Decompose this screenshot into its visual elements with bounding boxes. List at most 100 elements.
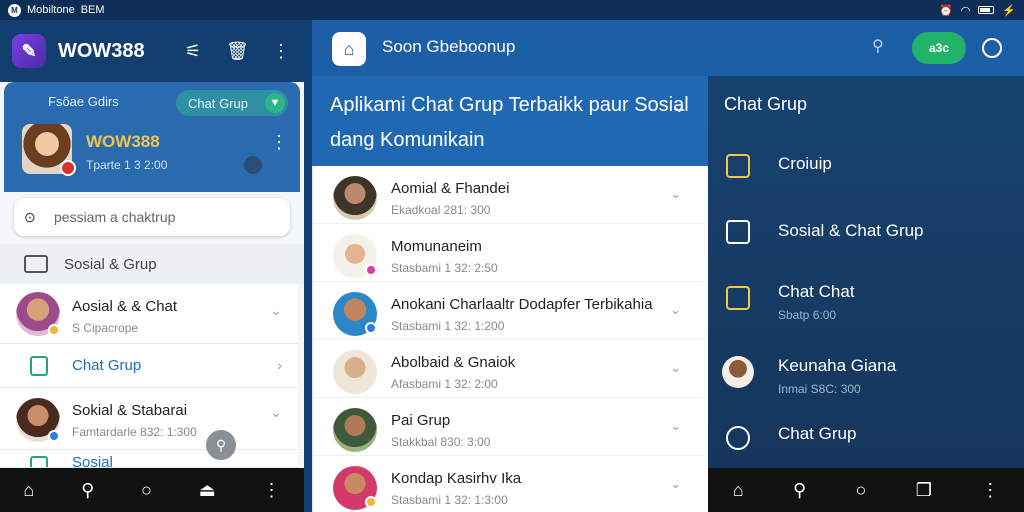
search-input[interactable]: ⊙ pessiam a chaktrup xyxy=(14,198,290,236)
delete-icon[interactable]: 🗑 xyxy=(226,41,249,62)
list-item-subtitle: Stasbami 1 32: 1:200 xyxy=(391,319,505,333)
app-root: M Mobiltone BEM ⏰ ◠ ⚡ ✎ WOW388 ⚟ 🗑 ⋮ Fsõ… xyxy=(0,0,1024,512)
menu-item-subtitle: Sbatp 6:00 xyxy=(778,308,837,322)
bottom-nav-right: ⌂ ⚲ ○ ❐ ⋮ xyxy=(708,468,1024,512)
chevron-down-icon[interactable]: ⌄ xyxy=(673,90,686,125)
list-item[interactable]: Kondap Kasirhv Ika Stasbami 1 32: 1:3:00… xyxy=(313,456,703,512)
list-item-title: Sokial & Stabarai xyxy=(72,402,188,419)
list-item-subtitle: Famtardarle 832: 1:300 xyxy=(72,425,197,439)
home-icon[interactable]: ⌂ xyxy=(23,480,34,501)
status-badge xyxy=(365,496,377,508)
chevron-down-icon[interactable]: ▼ xyxy=(265,93,285,113)
list-item[interactable]: Momunaneim Stasbami 1 32: 2:50 xyxy=(313,224,703,282)
more-vert-icon[interactable]: ⋮ xyxy=(270,41,292,62)
chevron-down-icon[interactable]: ⌄ xyxy=(670,302,681,318)
list-item-subtitle: Stakkbal 830: 3:00 xyxy=(391,435,491,449)
contacts-button-label: a3c xyxy=(928,41,950,55)
section-sosial-grup[interactable]: Sosial & Grup xyxy=(0,244,304,284)
search-placeholder: pessiam a chaktrup xyxy=(54,209,176,225)
chevron-down-icon[interactable]: ⌄ xyxy=(670,360,681,376)
blob-icon xyxy=(244,156,262,174)
menu-item[interactable]: Croiuip xyxy=(708,136,1024,196)
app-logo-icon[interactable]: ✎ xyxy=(12,34,46,68)
profile-subtitle: Tparte 1 3 2:00 xyxy=(86,158,168,172)
status-badge xyxy=(365,322,377,334)
menu-item-label: Chat Grup xyxy=(778,424,857,443)
contacts-button[interactable]: a3c xyxy=(912,32,966,64)
list-item-title: Abolbaid & Gnaiok xyxy=(391,354,516,371)
circle-icon[interactable] xyxy=(982,38,1002,58)
menu-item-subtitle: Inmai S8C: 300 xyxy=(778,382,861,396)
circle-icon[interactable]: ○ xyxy=(856,480,867,501)
chevron-down-icon[interactable]: ⌄ xyxy=(270,302,282,319)
app-name: WOW388 xyxy=(58,39,145,62)
carrier-tag: BEM xyxy=(80,4,105,16)
alarm-icon: ⏰ xyxy=(938,4,953,17)
brand-dot-icon: M xyxy=(8,3,21,17)
list-item-title: Aomial & Fhandei xyxy=(391,180,510,197)
group-icon xyxy=(30,356,48,376)
right-panel: Chat Grup Croiuip Sosial & Chat Grup Cha… xyxy=(708,76,1024,468)
chevron-down-icon[interactable]: ⌄ xyxy=(670,476,681,492)
list-item[interactable]: Chat Grup › xyxy=(0,344,298,388)
profile-card[interactable]: Fsõae Gdirs Chat Grup ▼ WOW388 Tparte 1 … xyxy=(4,82,300,192)
header-text: Aplikami Chat Grup Terbaikk paur Sosial … xyxy=(330,94,689,151)
menu-item-label: Chat Chat xyxy=(778,282,855,301)
menu-item-label: Croiuip xyxy=(778,154,832,173)
menu-item[interactable]: Sosial & Chat Grup xyxy=(708,202,1024,262)
group-icon xyxy=(30,456,48,467)
middle-app-bar: ⌂ Soon Gbeboonup ⚲ a3c xyxy=(312,20,1024,76)
more-vert-icon[interactable]: ⋮ xyxy=(263,480,281,501)
home-app-icon[interactable]: ⌂ xyxy=(332,32,366,66)
list-item[interactable]: Abolbaid & Gnaiok Afasbami 1 32: 2:00 ⌄ xyxy=(313,340,703,398)
menu-item[interactable]: Chat Grup xyxy=(708,414,1024,468)
chevron-right-icon[interactable]: › xyxy=(277,357,282,373)
more-vert-icon[interactable]: ⋮ xyxy=(981,480,999,501)
list-item[interactable]: Sokial & Stabarai Famtardarle 832: 1:300… xyxy=(0,388,298,450)
status-badge xyxy=(48,324,60,336)
tray-icon[interactable]: ⏏ xyxy=(199,480,216,501)
search-icon: ⊙ xyxy=(24,208,36,225)
right-panel-title: Chat Grup xyxy=(724,94,808,114)
chat-icon xyxy=(726,286,750,310)
avatar xyxy=(333,176,377,220)
menu-item[interactable]: Keunaha Giana Inmai S8C: 300 xyxy=(708,346,1024,406)
menu-item-label: Sosial & Chat Grup xyxy=(778,221,924,240)
search-fab-button[interactable]: ⚲ xyxy=(206,430,236,460)
list-item[interactable]: Pai Grup Stakkbal 830: 3:00 ⌄ xyxy=(313,398,703,456)
circle-icon[interactable]: ○ xyxy=(141,480,152,501)
list-item[interactable]: Aomial & Fhandei Ekadkoal 281: 300 ⌄ xyxy=(313,166,703,224)
bottom-nav-left: ⌂ ⚲ ○ ⏏ ⋮ xyxy=(0,468,304,512)
list-item[interactable]: Aosial & & Chat S Cipacrope ⌄ xyxy=(0,284,298,344)
home-icon[interactable]: ⌂ xyxy=(733,480,744,501)
chevron-down-icon[interactable]: ⌄ xyxy=(670,186,681,202)
list-item[interactable]: Anokani Charlaaltr Dodapfer Terbikahia S… xyxy=(313,282,703,340)
profile-name: WOW388 xyxy=(86,132,160,151)
profile-label: Fsõae Gdirs xyxy=(48,94,119,109)
chat-grup-pill[interactable]: Chat Grup ▼ xyxy=(176,90,288,116)
list-item-title: Chat Grup xyxy=(72,357,142,374)
search-icon[interactable]: ⚲ xyxy=(872,36,884,56)
chat-grup-pill-label: Chat Grup xyxy=(188,95,248,111)
list-item-title: Momunaneim xyxy=(391,238,482,255)
more-vert-icon[interactable]: ⋮ xyxy=(270,132,288,153)
chevron-down-icon[interactable]: ⌄ xyxy=(270,404,282,421)
status-badge xyxy=(48,430,60,442)
page-title: Soon Gbeboonup xyxy=(382,37,516,56)
list-item-subtitle: S Cipacrope xyxy=(72,321,139,335)
list-item-title: Sosial xyxy=(72,454,113,468)
chevron-down-icon[interactable]: ⌄ xyxy=(670,418,681,434)
carrier-text: Mobiltone xyxy=(27,4,75,16)
search-icon[interactable]: ⚲ xyxy=(81,480,94,501)
clipboard-icon xyxy=(726,154,750,178)
recent-apps-icon[interactable]: ❐ xyxy=(916,480,932,501)
status-badge xyxy=(60,160,76,176)
avatar xyxy=(333,350,377,394)
bluetooth-icon: ⚡ xyxy=(1002,4,1016,17)
menu-item[interactable]: Chat Chat Sbatp 6:00 xyxy=(708,270,1024,330)
list-item-title: Anokani Charlaaltr Dodapfer Terbikahia xyxy=(391,296,653,313)
share-icon[interactable]: ⚟ xyxy=(182,41,204,62)
list-item-subtitle: Afasbami 1 32: 2:00 xyxy=(391,377,498,391)
list-item[interactable]: Sosial xyxy=(0,450,298,468)
search-icon[interactable]: ⚲ xyxy=(793,480,806,501)
